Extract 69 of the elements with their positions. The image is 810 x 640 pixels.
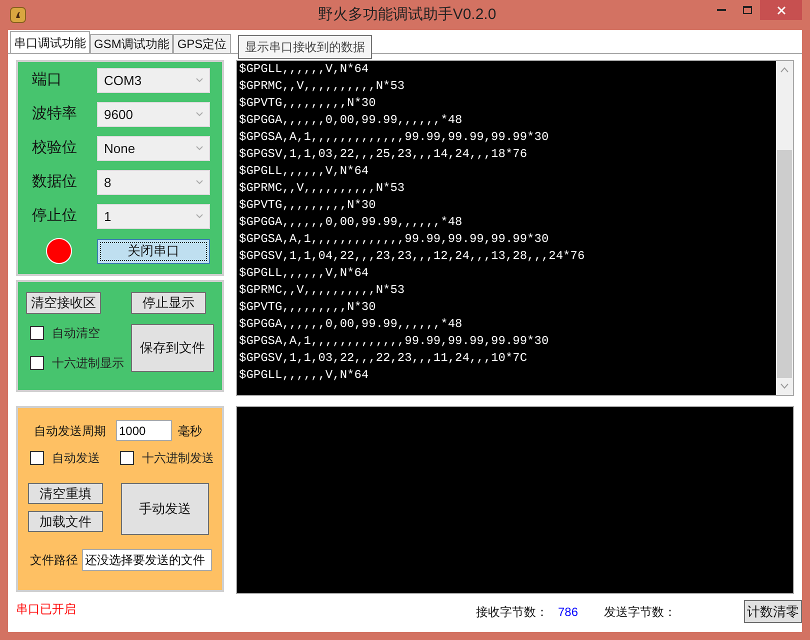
app-logo-icon bbox=[10, 7, 26, 23]
log-line: $GPGSV,1,1,04,22,,,23,23,,,12,24,,,13,28,,,24*76 bbox=[239, 248, 585, 265]
log-line: $GPGSA,A,1,,,,,,,,,,,,,99.99,99.99,99.99*30 bbox=[239, 231, 549, 248]
checkbox[interactable] bbox=[30, 356, 44, 370]
log-line: $GPRMC,,V,,,,,,,,,,N*53 bbox=[239, 78, 405, 95]
stop-display-button[interactable]: 停止显示 bbox=[131, 292, 206, 314]
window-title: 野火多功能调试助手V0.2.0 bbox=[318, 4, 496, 25]
tab[interactable]: GSM调试功能 bbox=[90, 34, 174, 53]
checkbox-label: 十六进制发送 bbox=[142, 450, 214, 467]
chevron-icon bbox=[196, 146, 203, 151]
checkbox[interactable] bbox=[120, 451, 134, 465]
checkbox-label: 自动发送 bbox=[52, 450, 100, 467]
scrollbar[interactable] bbox=[776, 61, 793, 395]
dropdown[interactable]: COM3 bbox=[97, 68, 210, 93]
log-line: $GPVTG,,,,,,,,,N*30 bbox=[239, 197, 376, 214]
dropdown[interactable]: 1 bbox=[97, 204, 210, 229]
checkbox[interactable] bbox=[30, 451, 44, 465]
log-line: $GPVTG,,,,,,,,,N*30 bbox=[239, 299, 376, 316]
unit-label: 毫秒 bbox=[178, 422, 202, 440]
close-button[interactable] bbox=[760, 0, 802, 20]
close-port-button[interactable]: 关闭串口 bbox=[97, 238, 210, 264]
clear-send-button[interactable]: 清空重填 bbox=[28, 483, 103, 504]
path-field[interactable]: 还没选择要发送的文件 bbox=[82, 549, 212, 571]
sent-label: 发送字节数： bbox=[604, 604, 676, 620]
checkbox-label: 十六进制显示 bbox=[52, 355, 124, 372]
period-label: 自动发送周期 bbox=[34, 422, 106, 440]
tab[interactable]: GPS定位 bbox=[173, 34, 231, 53]
reset-count-button[interactable]: 计数清零 bbox=[744, 600, 802, 623]
log-line: $GPGGA,,,,,,0,00,99.99,,,,,,*48 bbox=[239, 214, 462, 231]
log-line: $GPVTG,,,,,,,,,N*30 bbox=[239, 95, 376, 112]
tooltip: 显示串口接收到的数据 bbox=[238, 35, 372, 59]
log-line: $GPRMC,,V,,,,,,,,,,N*53 bbox=[239, 180, 405, 197]
setting-label: 波特率 bbox=[32, 104, 77, 124]
log-line: $GPGSV,1,1,03,22,,,22,23,,,11,24,,,10*7C bbox=[239, 350, 528, 367]
chevron-icon bbox=[196, 78, 203, 83]
port-status: 串口已开启 bbox=[16, 601, 77, 618]
log-line: $GPRMC,,V,,,,,,,,,,N*53 bbox=[239, 282, 405, 299]
tab[interactable]: 串口调试功能 bbox=[10, 31, 90, 53]
log-line: $GPGSA,A,1,,,,,,,,,,,,,99.99,99.99,99.99*30 bbox=[239, 129, 549, 146]
setting-label: 校验位 bbox=[32, 138, 77, 158]
chevron-icon bbox=[196, 214, 203, 219]
log-line: $GPGLL,,,,,,V,N*64 bbox=[239, 61, 369, 78]
received-count: 786 bbox=[558, 604, 580, 620]
path-label: 文件路径 bbox=[30, 552, 78, 569]
log-line: $GPGLL,,,,,,V,N*64 bbox=[239, 163, 369, 180]
log-line: $GPGSV,1,1,03,22,,,25,23,,,14,24,,,18*76 bbox=[239, 146, 528, 163]
log-line: $GPGGA,,,,,,0,00,99.99,,,,,,*48 bbox=[239, 316, 462, 333]
save-file-button[interactable]: 保存到文件 bbox=[131, 324, 214, 372]
setting-label: 端口 bbox=[32, 70, 62, 90]
dropdown[interactable]: None bbox=[97, 136, 210, 161]
close-icon bbox=[776, 6, 786, 14]
log-line: $GPGGA,,,,,,0,00,99.99,,,,,,*48 bbox=[239, 112, 462, 129]
manual-send-button[interactable]: 手动发送 bbox=[121, 483, 209, 535]
receive-area[interactable] bbox=[237, 61, 776, 395]
setting-label: 数据位 bbox=[32, 172, 77, 192]
clear-receive-button[interactable]: 清空接收区 bbox=[26, 292, 101, 314]
log-line: $GPGLL,,,,,,V,N*64 bbox=[239, 367, 369, 384]
received-label: 接收字节数： bbox=[476, 604, 548, 620]
chevron-icon bbox=[196, 112, 203, 117]
log-line: $GPGLL,,,,,,V,N*64 bbox=[239, 265, 369, 282]
log-line: $GPGSA,A,1,,,,,,,,,,,,,99.99,99.99,99.99*30 bbox=[239, 333, 549, 350]
dropdown[interactable]: 8 bbox=[97, 170, 210, 195]
load-file-button[interactable]: 加载文件 bbox=[28, 511, 103, 532]
checkbox[interactable] bbox=[30, 326, 44, 340]
checkbox-label: 自动清空 bbox=[52, 325, 100, 342]
dropdown[interactable]: 9600 bbox=[97, 102, 210, 127]
setting-label: 停止位 bbox=[32, 206, 77, 226]
chevron-icon bbox=[196, 180, 203, 185]
period-field[interactable]: 1000 bbox=[116, 420, 172, 441]
